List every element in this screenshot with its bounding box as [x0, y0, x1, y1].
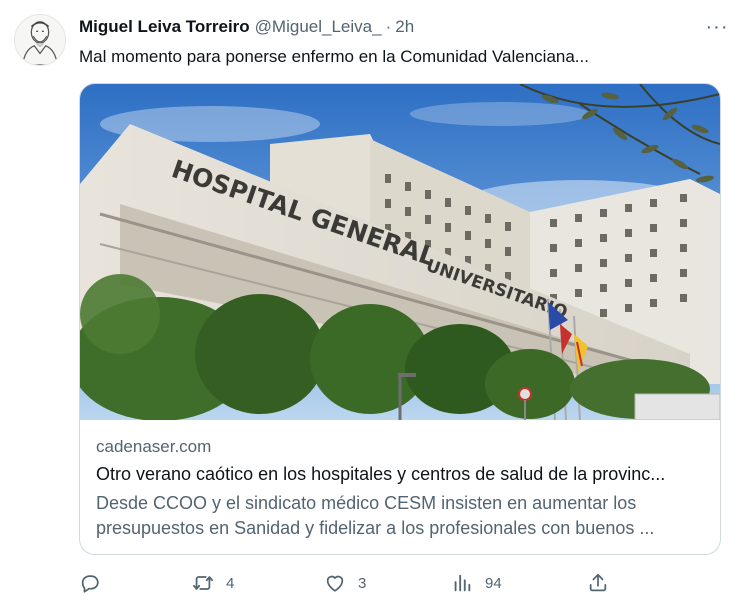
tweet-text: Mal momento para ponerse enfermo en la C… — [79, 47, 589, 66]
card-title[interactable]: Otro verano caótico en los hospitales y … — [96, 464, 708, 485]
like-button[interactable]: 3 — [324, 568, 366, 598]
views-button[interactable]: 94 — [451, 568, 502, 598]
more-options-icon: ··· — [705, 15, 729, 38]
author-display-name[interactable]: Miguel Leiva Torreiro — [79, 17, 250, 37]
card-description-line-1: Desde CCOO y el sindicato médico CESM in… — [96, 493, 637, 513]
retweet-icon — [192, 576, 214, 590]
card-domain[interactable]: cadenaser.com — [96, 437, 211, 457]
author-avatar[interactable] — [14, 14, 66, 66]
card-description-line-2: presupuestos en Sanidad y fidelizar a lo… — [96, 518, 655, 538]
reply-button[interactable] — [79, 568, 113, 598]
card-image[interactable]: HOSPITAL GENERAL UNIVERSITARIO — [80, 84, 720, 420]
card-description: Desde CCOO y el sindicato médico CESM in… — [96, 491, 708, 541]
more-options-button[interactable]: ··· — [704, 14, 730, 40]
heart-icon — [326, 575, 344, 592]
retweet-count: 4 — [226, 574, 235, 592]
tweet-actions: 4 3 94 — [79, 568, 619, 598]
like-count: 3 — [358, 574, 367, 592]
sketch-portrait-avatar-icon — [15, 15, 65, 65]
tweet-timestamp[interactable]: 2h — [395, 17, 414, 37]
reply-icon — [81, 575, 99, 593]
tweet-header: Miguel Leiva Torreiro @Miguel_Leiva_ · 2… — [79, 16, 730, 38]
views-icon — [454, 574, 471, 592]
author-handle[interactable]: @Miguel_Leiva_ — [255, 17, 382, 37]
hospital-photo: HOSPITAL GENERAL UNIVERSITARIO — [80, 84, 720, 420]
tweet[interactable]: Miguel Leiva Torreiro @Miguel_Leiva_ · 2… — [0, 0, 744, 606]
share-icon — [589, 573, 607, 592]
separator-dot: · — [385, 17, 392, 36]
share-button[interactable] — [587, 568, 621, 598]
views-count: 94 — [485, 574, 502, 592]
retweet-button[interactable]: 4 — [192, 568, 234, 598]
link-preview-card[interactable]: HOSPITAL GENERAL UNIVERSITARIO cadenaser… — [79, 83, 721, 555]
